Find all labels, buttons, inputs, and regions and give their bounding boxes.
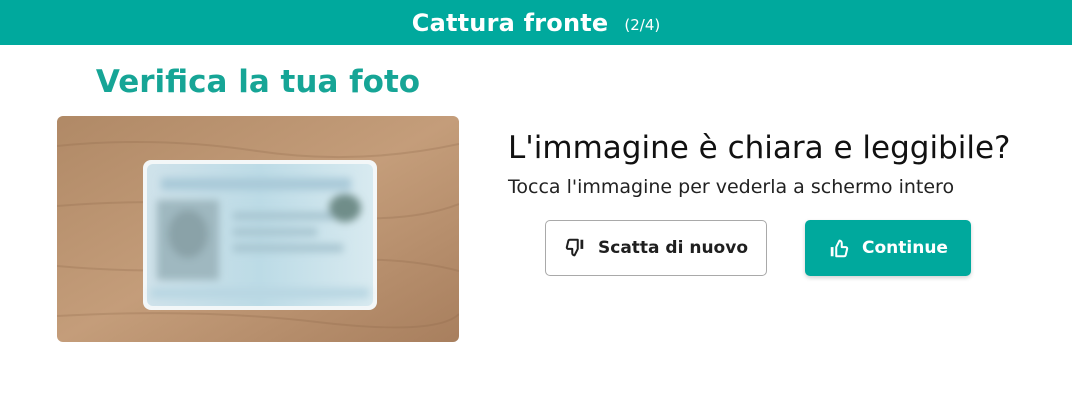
step-indicator: (2/4) bbox=[624, 15, 661, 34]
thumbs-down-icon bbox=[564, 237, 586, 259]
captured-photo[interactable] bbox=[57, 116, 459, 342]
continue-label: Continue bbox=[862, 238, 948, 258]
question-heading: L'immagine è chiara e leggibile? bbox=[508, 130, 1011, 166]
fullscreen-hint: Tocca l'immagine per vederla a schermo i… bbox=[508, 176, 955, 198]
retake-button[interactable]: Scatta di nuovo bbox=[545, 220, 767, 276]
top-bar: Cattura fronte (2/4) bbox=[0, 0, 1072, 45]
section-title: Verifica la tua foto bbox=[95, 64, 421, 100]
page-title: Cattura fronte bbox=[411, 8, 609, 37]
id-card-photo bbox=[57, 116, 459, 342]
continue-button[interactable]: Continue bbox=[805, 220, 971, 276]
thumbs-up-icon bbox=[828, 237, 850, 259]
retake-label: Scatta di nuovo bbox=[598, 238, 748, 258]
